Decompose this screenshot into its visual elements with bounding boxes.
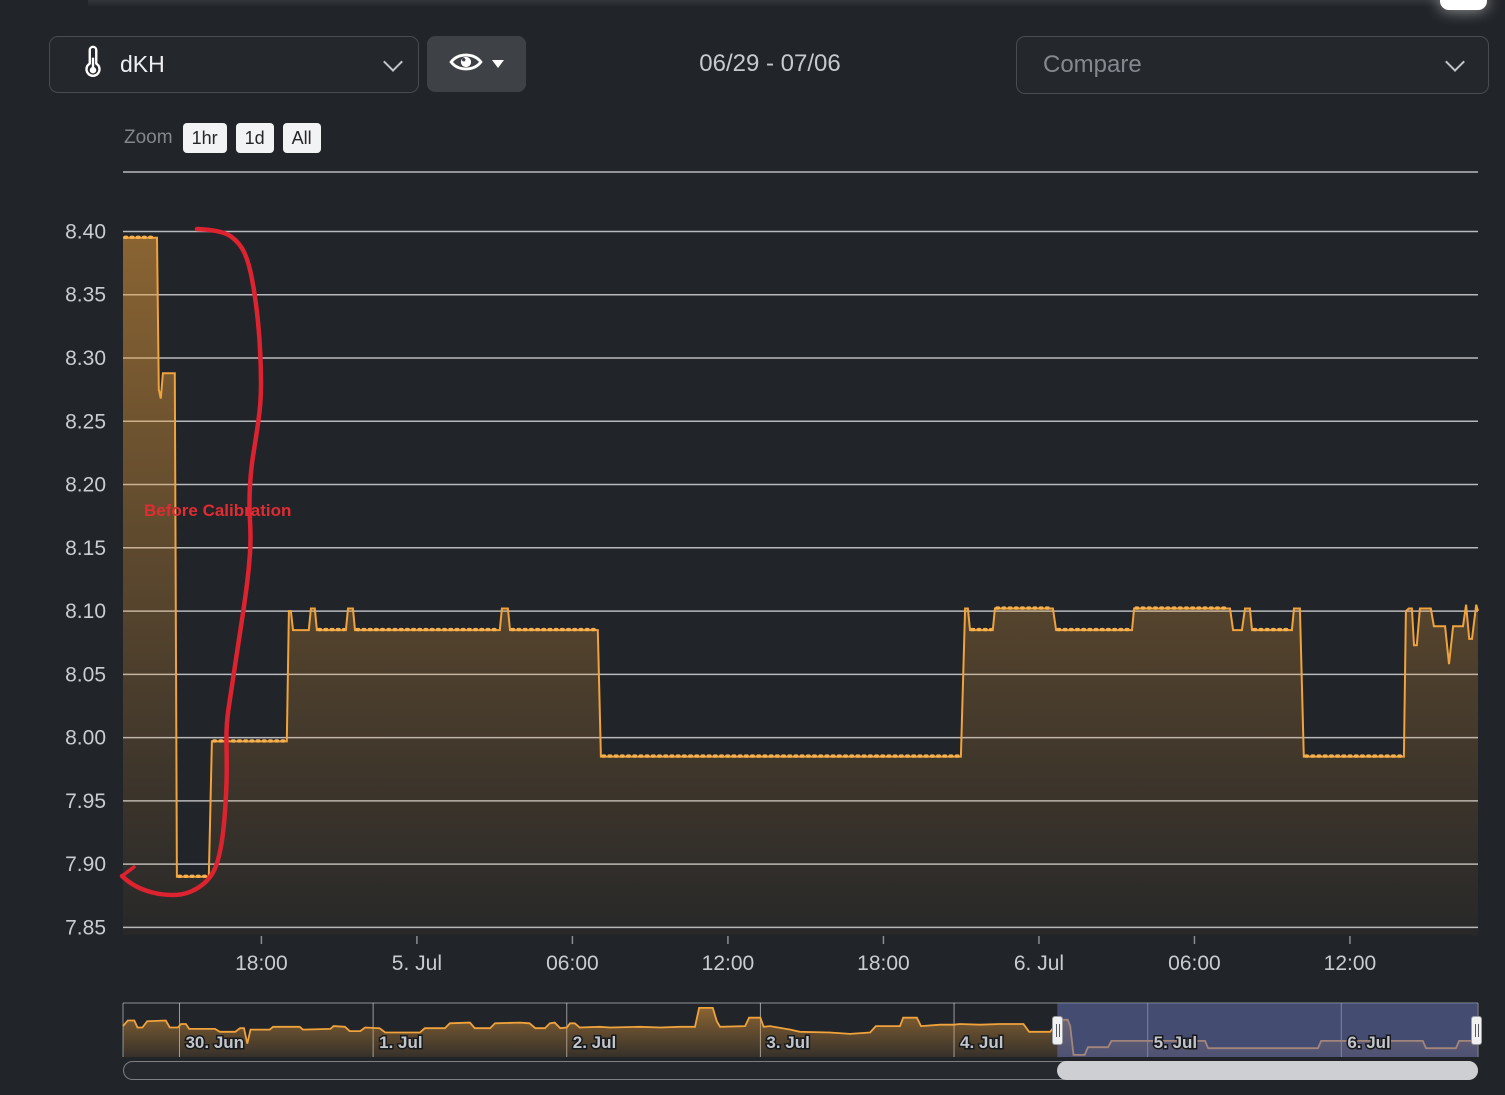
chart-scrollbar-thumb[interactable] <box>1057 1061 1478 1080</box>
x-axis-label: 5. Jul <box>392 952 442 975</box>
navigator-day-label: 2. Jul <box>573 1033 616 1052</box>
y-axis-label: 8.05 <box>65 663 106 686</box>
x-axis-label: 6. Jul <box>1014 952 1064 975</box>
navigator-left-handle[interactable] <box>1052 1016 1063 1045</box>
navigator-selected-range[interactable] <box>1057 1003 1478 1057</box>
y-axis-label: 8.30 <box>65 347 106 370</box>
navigator-day-label: 6. Jul <box>1347 1033 1390 1052</box>
x-axis-label: 12:00 <box>1324 952 1377 975</box>
y-axis-label: 8.40 <box>65 220 106 243</box>
navigator-day-label: 1. Jul <box>379 1033 422 1052</box>
y-axis-label: 7.90 <box>65 853 106 876</box>
y-axis-label: 8.35 <box>65 284 106 307</box>
chart-panel: dKH 06/29 - 07/06 Compare Zoom 1hr 1d Al… <box>0 0 1505 1095</box>
x-axis-label: 06:00 <box>1168 952 1221 975</box>
y-axis-label: 8.25 <box>65 410 106 433</box>
series-area-fill <box>123 238 1478 935</box>
navigator-day-label: 3. Jul <box>766 1033 809 1052</box>
y-axis-label: 8.20 <box>65 474 106 497</box>
x-axis-label: 18:00 <box>857 952 910 975</box>
y-axis-label: 7.95 <box>65 790 106 813</box>
y-axis-label: 8.00 <box>65 727 106 750</box>
navigator-day-label: 30. Jun <box>185 1033 244 1052</box>
navigator-right-handle[interactable] <box>1471 1016 1482 1045</box>
y-axis-label: 8.15 <box>65 537 106 560</box>
y-axis-label: 8.10 <box>65 600 106 623</box>
navigator-day-label: 4. Jul <box>960 1033 1003 1052</box>
annotation-before-calibration: Before Calibration <box>144 501 291 521</box>
alkalinity-area-chart[interactable]: 8.40 8.35 8.30 8.25 8.20 8.15 8.10 8.05 8.00 7.95… <box>0 0 1505 1095</box>
x-axis-label: 12:00 <box>702 952 755 975</box>
x-axis-label: 18:00 <box>235 952 288 975</box>
x-axis-label: 06:00 <box>546 952 599 975</box>
y-axis-label: 7.85 <box>65 916 106 939</box>
navigator-day-label: 5. Jul <box>1154 1033 1197 1052</box>
